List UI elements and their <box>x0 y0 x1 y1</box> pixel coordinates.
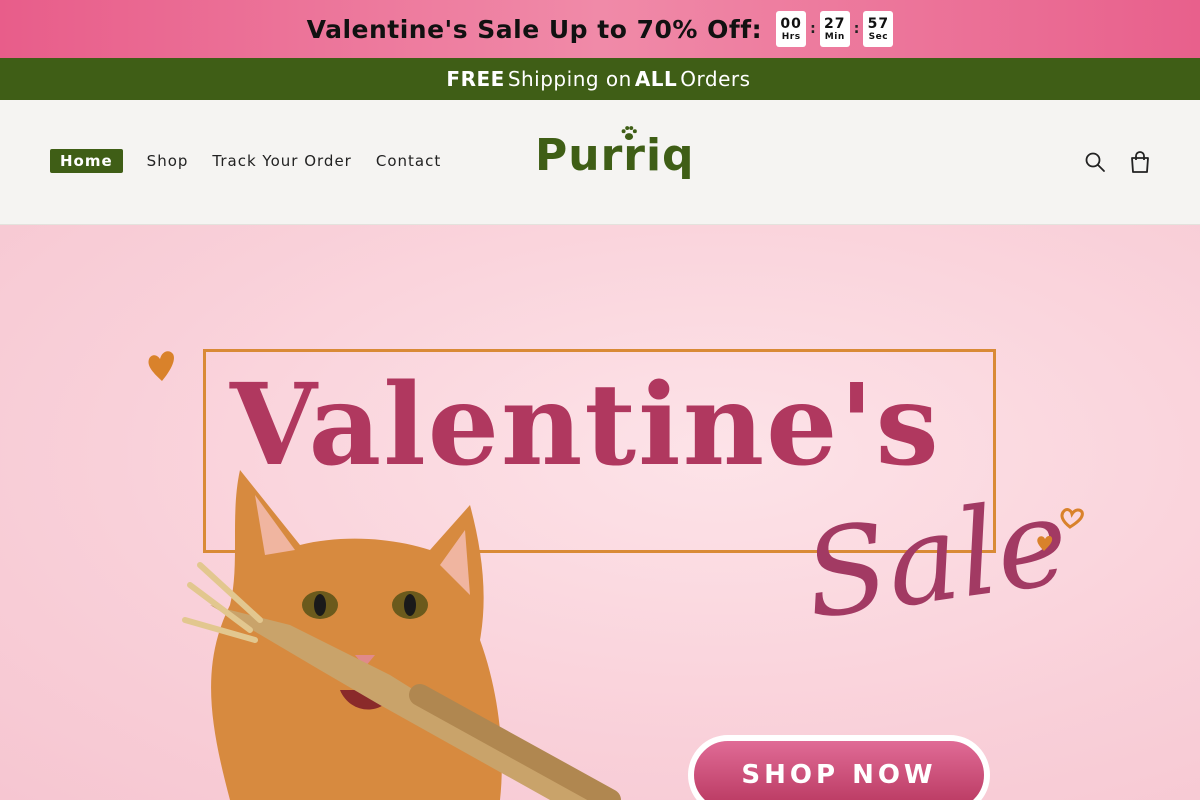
timer-minutes: 27 Min <box>819 11 850 47</box>
shipping-bar: FREE Shipping on ALL Orders <box>0 58 1200 100</box>
shop-now-button[interactable]: SHOP NOW <box>688 735 990 800</box>
search-icon[interactable] <box>1084 151 1106 173</box>
shipping-free: FREE <box>446 67 505 91</box>
timer-seconds-label: Sec <box>868 31 889 42</box>
timer-hours-label: Hrs <box>781 31 801 42</box>
heart-icon <box>148 351 174 381</box>
timer-seconds: 57 Sec <box>863 11 894 47</box>
timer-separator: : <box>853 21 860 37</box>
timer-hours: 00 Hrs <box>776 11 807 47</box>
timer-separator: : <box>810 21 816 37</box>
nav-home[interactable]: Home <box>50 149 123 173</box>
shipping-all: ALL <box>634 67 678 91</box>
brand-logo[interactable]: Purriq <box>535 126 694 190</box>
heart-icon <box>1037 508 1084 551</box>
timer-seconds-value: 57 <box>867 15 890 32</box>
cart-icon[interactable] <box>1129 151 1151 173</box>
paw-icon <box>621 126 637 141</box>
timer-hours-value: 00 <box>780 15 802 32</box>
main-nav: Home Shop Track Your Order Contact <box>50 149 441 173</box>
nav-track-order[interactable]: Track Your Order <box>212 152 351 170</box>
nav-shop[interactable]: Shop <box>147 152 189 170</box>
shipping-end: Orders <box>680 67 751 91</box>
promo-text: Valentine's Sale Up to 70% Off: <box>306 14 763 44</box>
shipping-middle: Shipping on <box>507 67 632 91</box>
countdown-timer: 00 Hrs : 27 Min : 57 Sec <box>776 11 894 47</box>
nav-contact[interactable]: Contact <box>376 152 441 170</box>
hero-banner[interactable]: Valentine's Sale SHOP NOW <box>0 225 1200 800</box>
brand-name: Purriq <box>535 130 695 181</box>
timer-minutes-label: Min <box>824 31 845 42</box>
promo-bar: Valentine's Sale Up to 70% Off: 00 Hrs :… <box>0 0 1200 58</box>
timer-minutes-value: 27 <box>824 15 846 32</box>
cat-illustration <box>182 470 621 800</box>
